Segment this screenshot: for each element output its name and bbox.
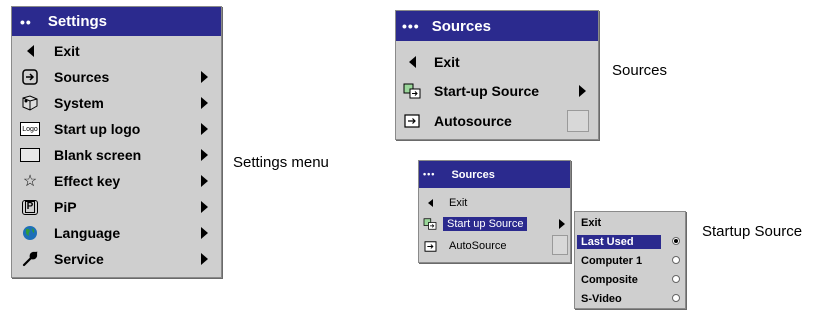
- submenu-arrow-icon: [201, 123, 208, 135]
- startup-item-label-selected: Start up Source: [443, 217, 528, 231]
- submenu-arrow-icon: [559, 219, 565, 229]
- submenu-arrow-icon: [201, 71, 208, 83]
- settings-title-bar: •• Settings: [12, 7, 221, 36]
- startup-item-start-up-source[interactable]: Start up Source: [419, 216, 570, 232]
- globe-icon: [20, 225, 40, 241]
- startup-source-submenu: Exit Last Used Computer 1 Composite S-Vi…: [574, 211, 686, 309]
- sources-item-label: Start-up Source: [434, 83, 540, 99]
- submenu-arrow-icon: [201, 253, 208, 265]
- menu-dots-icon: •••: [423, 169, 436, 179]
- submenu-item-composite[interactable]: Composite: [575, 271, 685, 288]
- settings-item-blank-screen[interactable]: Blank screen: [12, 144, 221, 166]
- settings-item-service[interactable]: Service: [12, 248, 221, 270]
- star-icon: ☆: [22, 173, 38, 190]
- settings-item-label: Sources: [54, 69, 110, 85]
- settings-item-label: Language: [54, 225, 121, 241]
- submenu-arrow-icon: [201, 97, 208, 109]
- startup-sources-title-bar: ••• Sources: [419, 161, 570, 188]
- sources-title-bar: ••• Sources: [396, 11, 598, 41]
- sources-item-exit[interactable]: Exit: [396, 51, 598, 73]
- startup-source-icon: [423, 218, 437, 230]
- settings-item-label: Exit: [54, 43, 80, 59]
- submenu-arrow-icon: [579, 85, 586, 97]
- wrench-icon: [20, 251, 40, 267]
- submenu-arrow-icon: [201, 227, 208, 239]
- radio-icon[interactable]: [672, 275, 680, 283]
- system-icon: [20, 95, 40, 111]
- settings-item-label: Blank screen: [54, 147, 142, 163]
- settings-item-effect-key[interactable]: ☆ Effect key: [12, 170, 221, 192]
- sources-item-label: Autosource: [434, 113, 512, 129]
- startup-sources-menu: ••• Sources Exit Start up Source AutoSou…: [418, 160, 571, 263]
- sources-menu: ••• Sources Exit Start-up Source Autosou…: [395, 10, 599, 140]
- startup-item-autosource[interactable]: AutoSource: [419, 235, 570, 255]
- source-icon: [20, 69, 40, 85]
- settings-item-system[interactable]: System: [12, 92, 221, 114]
- radio-selected-icon[interactable]: [672, 237, 680, 245]
- submenu-item-exit[interactable]: Exit: [575, 214, 685, 231]
- settings-menu-caption: Settings menu: [233, 154, 329, 171]
- sources-title: Sources: [431, 17, 491, 35]
- sources-item-autosource[interactable]: Autosource: [396, 110, 598, 132]
- autosource-icon: [423, 240, 437, 252]
- startup-source-icon: [402, 83, 422, 99]
- startup-sources-title: Sources: [451, 168, 495, 181]
- pip-icon: P: [22, 199, 38, 215]
- submenu-item-last-used[interactable]: Last Used: [575, 233, 685, 250]
- settings-item-label: System: [54, 95, 104, 111]
- submenu-arrow-icon: [201, 175, 208, 187]
- startup-item-label: AutoSource: [449, 240, 507, 252]
- startup-item-label: Exit: [449, 197, 468, 209]
- back-arrow-icon: [402, 56, 422, 68]
- submenu-item-computer-1[interactable]: Computer 1: [575, 252, 685, 269]
- menu-dots-icon: •••: [402, 18, 420, 34]
- back-arrow-icon: [20, 45, 40, 57]
- logo-icon: Logo: [20, 122, 40, 136]
- autosource-checkbox[interactable]: [552, 235, 568, 255]
- startup-item-exit[interactable]: Exit: [419, 195, 570, 211]
- autosource-icon: [402, 114, 422, 128]
- settings-item-sources[interactable]: Sources: [12, 66, 221, 88]
- submenu-arrow-icon: [201, 149, 208, 161]
- settings-item-exit[interactable]: Exit: [12, 40, 221, 62]
- settings-item-label: Effect key: [54, 173, 121, 189]
- settings-title: Settings: [47, 13, 107, 30]
- sources-item-start-up-source[interactable]: Start-up Source: [396, 80, 598, 102]
- sources-item-label: Exit: [434, 54, 460, 70]
- startup-source-caption: Startup Source: [702, 223, 803, 240]
- back-arrow-icon: [423, 199, 437, 207]
- settings-item-language[interactable]: Language: [12, 222, 221, 244]
- submenu-arrow-icon: [201, 201, 208, 213]
- radio-icon[interactable]: [672, 294, 680, 302]
- settings-item-label: Service: [54, 251, 104, 267]
- submenu-item-s-video[interactable]: S-Video: [575, 290, 685, 307]
- settings-item-label: Start up logo: [54, 121, 141, 137]
- settings-item-pip[interactable]: P PiP: [12, 196, 221, 218]
- radio-icon[interactable]: [672, 256, 680, 264]
- settings-item-label: PiP: [54, 199, 77, 215]
- autosource-checkbox[interactable]: [567, 110, 589, 132]
- blank-screen-icon: [20, 148, 40, 162]
- menu-dots-icon: ••: [20, 13, 32, 30]
- settings-menu: •• Settings Exit Sources System Logo Sta…: [11, 6, 222, 278]
- settings-item-start-up-logo[interactable]: Logo Start up logo: [12, 118, 221, 140]
- sources-caption: Sources: [612, 62, 668, 79]
